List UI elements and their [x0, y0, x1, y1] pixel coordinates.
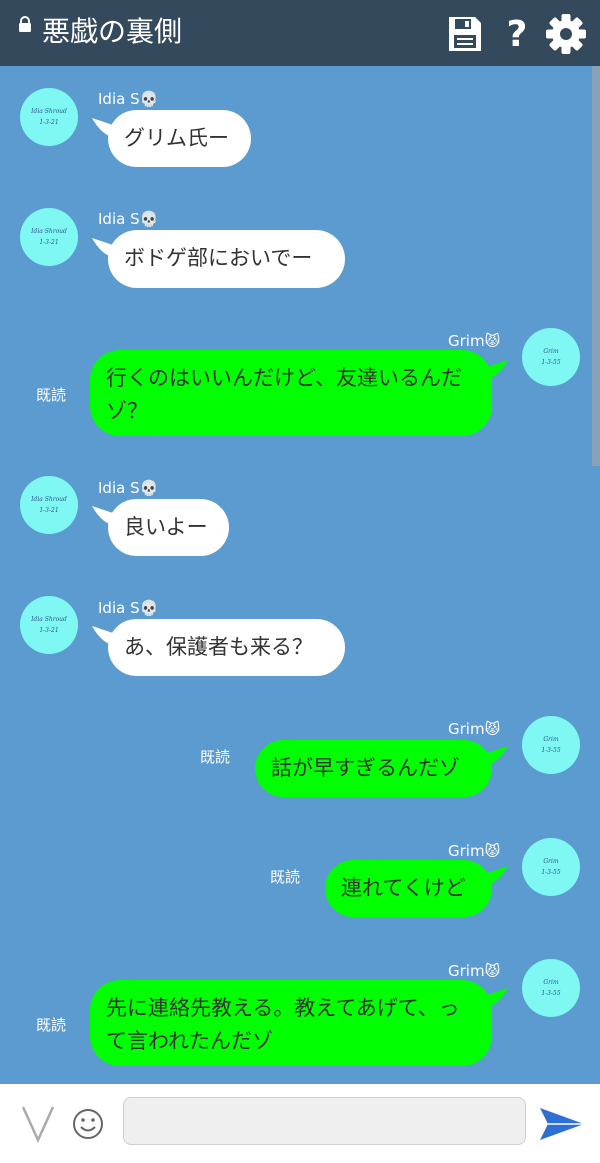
gear-icon: [546, 14, 586, 54]
message-bubble[interactable]: 話が早すぎるんだゾ: [255, 740, 492, 797]
message-input[interactable]: [123, 1097, 526, 1145]
avatar[interactable]: Grim 1-3-55: [522, 328, 580, 386]
message-bubble[interactable]: 先に連絡先教える。教えてあげて、って言われたんだゾ: [90, 980, 492, 1066]
read-receipt: 既読: [36, 386, 67, 404]
avatar[interactable]: Grim 1-3-55: [522, 838, 580, 896]
message-bubble[interactable]: 良いよー: [108, 499, 229, 556]
message-bubble[interactable]: ボドゲ部においでー: [108, 230, 345, 288]
settings-button[interactable]: [544, 14, 588, 54]
smiley-icon: [73, 1109, 103, 1139]
scrollbar[interactable]: [592, 66, 600, 466]
message-bubble[interactable]: グリム氏ー: [108, 110, 251, 167]
send-icon: [540, 1108, 584, 1140]
avatar[interactable]: Grim 1-3-55: [522, 716, 580, 774]
read-receipt: 既読: [36, 1016, 67, 1034]
input-bar: [0, 1084, 600, 1163]
sender-name: Idia S💀: [98, 599, 159, 617]
save-icon: [449, 17, 481, 51]
sender-name: Grim😾: [448, 720, 501, 738]
message-bubble[interactable]: あ、保護者も来る？: [108, 619, 345, 676]
sender-name: Grim😾: [448, 962, 501, 980]
avatar[interactable]: Idia Shroud 1-3-21: [20, 208, 78, 266]
save-button[interactable]: [444, 14, 486, 54]
chat-header: 悪戯の裏側 ?: [0, 0, 600, 66]
help-button[interactable]: ?: [500, 13, 534, 55]
message-bubble[interactable]: 行くのはいいんだけど、友達いるんだゾ？: [90, 350, 492, 436]
chat-title: 悪戯の裏側: [42, 15, 183, 48]
avatar[interactable]: Idia Shroud 1-3-21: [20, 476, 78, 534]
sender-name: Idia S💀: [98, 210, 159, 228]
read-receipt: 既読: [270, 868, 301, 886]
chevron-down-icon: [21, 1106, 55, 1144]
sender-name: Idia S💀: [98, 479, 159, 497]
send-button[interactable]: [536, 1102, 588, 1146]
emoji-button[interactable]: [70, 1104, 106, 1144]
sender-name: Grim😾: [448, 332, 501, 350]
help-icon: ?: [506, 13, 528, 55]
avatar[interactable]: Idia Shroud 1-3-21: [20, 596, 78, 654]
sender-name: Idia S💀: [98, 90, 159, 108]
lock-icon: [19, 16, 31, 32]
expand-button[interactable]: [20, 1104, 56, 1144]
read-receipt: 既読: [200, 748, 231, 766]
message-bubble[interactable]: 連れてくけど: [325, 860, 492, 917]
avatar[interactable]: Grim 1-3-55: [522, 959, 580, 1017]
sender-name: Grim😾: [448, 842, 501, 860]
avatar[interactable]: Idia Shroud 1-3-21: [20, 88, 78, 146]
chat-area[interactable]: Idia Shroud 1-3-21 Idia S💀 グリム氏ー Idia Shr…: [0, 66, 600, 1084]
